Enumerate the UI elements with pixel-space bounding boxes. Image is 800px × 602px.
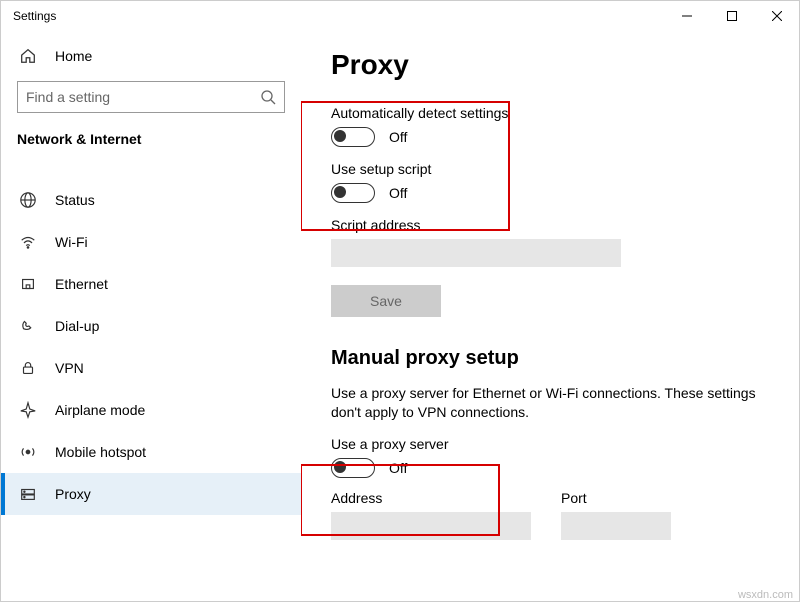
manual-setup-title: Manual proxy setup <box>331 347 779 370</box>
search-box[interactable] <box>17 81 285 113</box>
sidebar-item-label: Mobile hotspot <box>55 444 146 460</box>
setup-script-label: Use setup script <box>331 161 779 177</box>
body: Home Network & Internet Status Wi-Fi <box>1 31 799 601</box>
search-input[interactable] <box>26 89 260 105</box>
window-title: Settings <box>13 9 56 23</box>
close-button[interactable] <box>754 1 799 31</box>
hotspot-icon <box>19 443 37 461</box>
category-title: Network & Internet <box>1 131 301 161</box>
address-label: Address <box>331 490 531 506</box>
search-icon <box>260 89 276 105</box>
manual-setup-desc: Use a proxy server for Ethernet or Wi-Fi… <box>331 384 761 422</box>
content: Proxy Automatically detect settings Off … <box>301 31 799 601</box>
sidebar-item-label: Ethernet <box>55 276 108 292</box>
auto-detect-toggle[interactable] <box>331 127 375 147</box>
toggle-knob <box>334 186 346 198</box>
proxy-icon <box>19 485 37 503</box>
setup-script-state: Off <box>389 185 407 201</box>
home-label: Home <box>55 48 92 64</box>
home-icon <box>19 47 37 65</box>
port-label: Port <box>561 490 671 506</box>
sidebar-item-label: Airplane mode <box>55 402 145 418</box>
maximize-icon <box>727 11 737 21</box>
use-proxy-toggle[interactable] <box>331 458 375 478</box>
close-icon <box>772 11 782 21</box>
setup-script-toggle[interactable] <box>331 183 375 203</box>
sidebar-item-label: Wi-Fi <box>55 234 88 250</box>
sidebar-item-wifi[interactable]: Wi-Fi <box>1 221 301 263</box>
auto-detect-label: Automatically detect settings <box>331 105 779 121</box>
sidebar-item-ethernet[interactable]: Ethernet <box>1 263 301 305</box>
setup-script-row: Off <box>331 183 779 203</box>
sidebar-item-proxy[interactable]: Proxy <box>1 473 301 515</box>
window-controls <box>664 1 799 31</box>
toggle-knob <box>334 130 346 142</box>
airplane-icon <box>19 401 37 419</box>
use-proxy-label: Use a proxy server <box>331 436 779 452</box>
dialup-icon <box>19 317 37 335</box>
use-proxy-state: Off <box>389 460 407 476</box>
sidebar-item-label: Dial-up <box>55 318 99 334</box>
sidebar-item-airplane[interactable]: Airplane mode <box>1 389 301 431</box>
nav: Status Wi-Fi Ethernet Dial-up VPN <box>1 179 301 515</box>
toggle-knob <box>334 461 346 473</box>
sidebar-item-hotspot[interactable]: Mobile hotspot <box>1 431 301 473</box>
sidebar: Home Network & Internet Status Wi-Fi <box>1 31 301 601</box>
settings-window: Settings Home <box>0 0 800 602</box>
globe-icon <box>19 191 37 209</box>
maximize-button[interactable] <box>709 1 754 31</box>
minimize-button[interactable] <box>664 1 709 31</box>
ethernet-icon <box>19 275 37 293</box>
sidebar-item-label: Status <box>55 192 95 208</box>
sidebar-item-status[interactable]: Status <box>1 179 301 221</box>
sidebar-item-label: Proxy <box>55 486 91 502</box>
save-button[interactable]: Save <box>331 285 441 317</box>
script-address-label: Script address <box>331 217 779 233</box>
titlebar: Settings <box>1 1 799 31</box>
use-proxy-row: Off <box>331 458 779 478</box>
home-link[interactable]: Home <box>1 39 301 81</box>
address-input[interactable] <box>331 512 531 540</box>
vpn-icon <box>19 359 37 377</box>
address-port-row: Address Port <box>331 484 779 540</box>
wifi-icon <box>19 233 37 251</box>
watermark: wsxdn.com <box>738 589 793 601</box>
auto-detect-state: Off <box>389 129 407 145</box>
sidebar-item-dialup[interactable]: Dial-up <box>1 305 301 347</box>
port-input[interactable] <box>561 512 671 540</box>
auto-detect-row: Off <box>331 127 779 147</box>
minimize-icon <box>682 11 692 21</box>
sidebar-item-label: VPN <box>55 360 84 376</box>
page-title: Proxy <box>331 49 779 81</box>
script-address-input[interactable] <box>331 239 621 267</box>
sidebar-item-vpn[interactable]: VPN <box>1 347 301 389</box>
